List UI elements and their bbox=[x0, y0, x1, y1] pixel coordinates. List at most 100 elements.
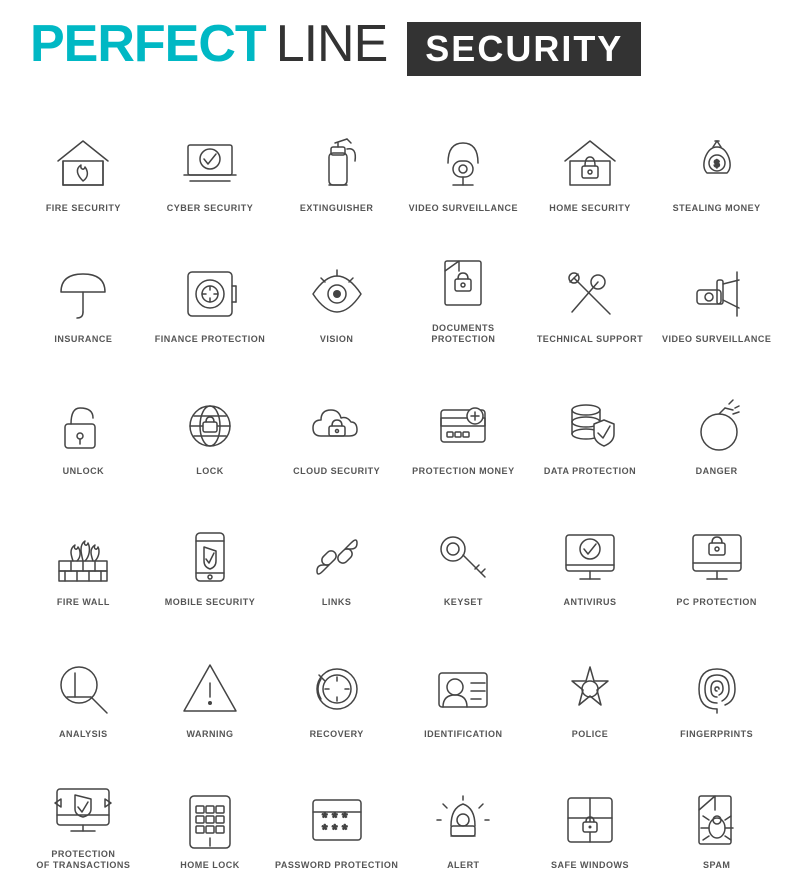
cyber-security-label: CYBER SECURITY bbox=[167, 203, 254, 215]
finance-protection-icon bbox=[175, 259, 245, 329]
technical-support-label: TECHNICAL SUPPORT bbox=[537, 334, 643, 346]
title-perfect: PERFECT bbox=[30, 18, 266, 70]
cyber-security-icon bbox=[175, 128, 245, 198]
svg-text:*: * bbox=[342, 821, 348, 837]
cloud-security-label: CLOUD SECURITY bbox=[293, 466, 380, 478]
icon-cell-keyset: KEYSET bbox=[400, 486, 527, 618]
antivirus-label: ANTIVIRUS bbox=[563, 597, 616, 609]
extinguisher-label: EXTINGUISHER bbox=[300, 203, 374, 215]
icon-cell-data-protection: DATA PROTECTION bbox=[527, 354, 654, 486]
icon-cell-home-lock: HOME LOCK bbox=[147, 749, 274, 881]
data-protection-icon bbox=[555, 391, 625, 461]
icon-cell-antivirus: ANTIVIRUS bbox=[527, 486, 654, 618]
protection-money-label: PROTECTION MONEY bbox=[412, 466, 515, 478]
finance-protection-label: FINANCE PROTECTION bbox=[155, 334, 266, 346]
icon-cell-video-surveillance-1: VIDEO SURVEILLANCE bbox=[400, 91, 527, 223]
recovery-label: RECOVERY bbox=[310, 729, 364, 741]
title-line: LINE bbox=[276, 18, 388, 70]
icon-cell-protection-money: PROTECTION MONEY bbox=[400, 354, 527, 486]
svg-text:*: * bbox=[332, 821, 338, 837]
alert-icon bbox=[428, 785, 498, 855]
icon-cell-extinguisher: EXTINGUISHER bbox=[273, 91, 400, 223]
danger-icon bbox=[682, 391, 752, 461]
identification-icon bbox=[428, 654, 498, 724]
icon-cell-fingerprints: FINGERPRINTS bbox=[653, 617, 780, 749]
icon-cell-finance-protection: FINANCE PROTECTION bbox=[147, 223, 274, 355]
home-lock-icon bbox=[175, 785, 245, 855]
lock-icon bbox=[175, 391, 245, 461]
icon-cell-safe-windows: SAFE WINDOWS bbox=[527, 749, 654, 881]
icon-cell-technical-support: TECHNICAL SUPPORT bbox=[527, 223, 654, 355]
video-surveillance-2-label: VIDEO SURVEILLANCE bbox=[662, 334, 771, 346]
icon-cell-cyber-security: CYBER SECURITY bbox=[147, 91, 274, 223]
title-security-box: SECURITY bbox=[407, 22, 641, 76]
icon-cell-links: LINKS bbox=[273, 486, 400, 618]
insurance-label: INSURANCE bbox=[54, 334, 112, 346]
icon-cell-fire-wall: FIRE WALL bbox=[20, 486, 147, 618]
links-icon bbox=[302, 522, 372, 592]
unlock-icon bbox=[48, 391, 118, 461]
icon-cell-recovery: RECOVERY bbox=[273, 617, 400, 749]
links-label: LINKS bbox=[322, 597, 352, 609]
icon-cell-mobile-security: MOBILE SECURITY bbox=[147, 486, 274, 618]
header-title: PERFECT LINE SECURITY bbox=[30, 18, 641, 76]
vision-icon bbox=[302, 259, 372, 329]
fire-security-icon bbox=[48, 128, 118, 198]
icon-cell-warning: WARNING bbox=[147, 617, 274, 749]
cloud-security-icon bbox=[302, 391, 372, 461]
icon-cell-vision: VISION bbox=[273, 223, 400, 355]
protection-transactions-icon bbox=[48, 774, 118, 844]
icon-cell-pc-protection: PC PROTECTION bbox=[653, 486, 780, 618]
icon-cell-spam: SPAM bbox=[653, 749, 780, 881]
spam-label: SPAM bbox=[703, 860, 730, 872]
insurance-icon bbox=[48, 259, 118, 329]
icon-cell-danger: DANGER bbox=[653, 354, 780, 486]
analysis-label: ANALYSIS bbox=[59, 729, 108, 741]
data-protection-label: DATA PROTECTION bbox=[544, 466, 636, 478]
technical-support-icon bbox=[555, 259, 625, 329]
icon-cell-insurance: INSURANCE bbox=[20, 223, 147, 355]
vision-label: VISION bbox=[320, 334, 354, 346]
pc-protection-icon bbox=[682, 522, 752, 592]
keyset-label: KEYSET bbox=[444, 597, 483, 609]
warning-label: WARNING bbox=[186, 729, 233, 741]
mobile-security-icon bbox=[175, 522, 245, 592]
documents-protection-label: DOCUMENTS PROTECTION bbox=[400, 323, 527, 346]
stealing-money-label: STEALING MONEY bbox=[673, 203, 761, 215]
fingerprints-icon bbox=[682, 654, 752, 724]
password-protection-label: PASSWORD PROTECTION bbox=[275, 860, 398, 872]
icon-cell-home-security: HOME SECURITY bbox=[527, 91, 654, 223]
icon-cell-unlock: UNLOCK bbox=[20, 354, 147, 486]
video-surveillance-1-label: VIDEO SURVEILLANCE bbox=[409, 203, 518, 215]
icon-cell-alert: ALERT bbox=[400, 749, 527, 881]
analysis-icon bbox=[48, 654, 118, 724]
icon-cell-fire-security: FIRE SECURITY bbox=[20, 91, 147, 223]
protection-transactions-label: PROTECTIONOF TRANSACTIONS bbox=[36, 849, 130, 872]
icon-cell-stealing-money: $ STEALING MONEY bbox=[653, 91, 780, 223]
warning-icon bbox=[175, 654, 245, 724]
antivirus-icon bbox=[555, 522, 625, 592]
video-surveillance-1-icon bbox=[428, 128, 498, 198]
header: PERFECT LINE SECURITY bbox=[0, 0, 800, 86]
fire-wall-icon bbox=[48, 522, 118, 592]
svg-text:*: * bbox=[322, 821, 328, 837]
lock-label: LOCK bbox=[196, 466, 224, 478]
keyset-icon bbox=[428, 522, 498, 592]
icon-cell-video-surveillance-2: VIDEO SURVEILLANCE bbox=[653, 223, 780, 355]
police-icon bbox=[555, 654, 625, 724]
spam-icon bbox=[682, 785, 752, 855]
password-protection-icon: * * * * * * bbox=[302, 785, 372, 855]
police-label: POLICE bbox=[572, 729, 609, 741]
icon-cell-documents-protection: DOCUMENTS PROTECTION bbox=[400, 223, 527, 355]
fire-wall-label: FIRE WALL bbox=[57, 597, 110, 609]
svg-text:$: $ bbox=[714, 159, 720, 170]
protection-money-icon bbox=[428, 391, 498, 461]
home-security-icon bbox=[555, 128, 625, 198]
fire-security-label: FIRE SECURITY bbox=[46, 203, 121, 215]
icon-cell-cloud-security: CLOUD SECURITY bbox=[273, 354, 400, 486]
stealing-money-icon: $ bbox=[682, 128, 752, 198]
safe-windows-label: SAFE WINDOWS bbox=[551, 860, 629, 872]
pc-protection-label: PC PROTECTION bbox=[676, 597, 757, 609]
icon-cell-analysis: ANALYSIS bbox=[20, 617, 147, 749]
icons-grid: FIRE SECURITY CYBER SECURITY bbox=[0, 86, 800, 885]
